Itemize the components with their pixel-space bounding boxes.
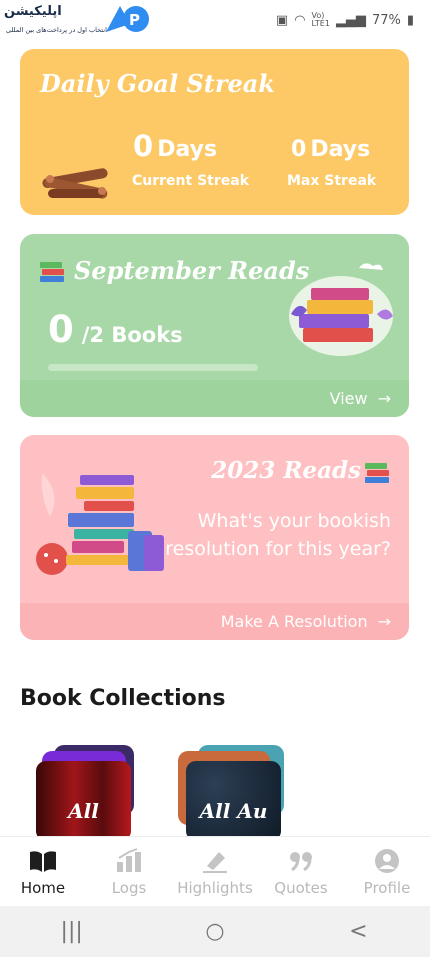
resolution-prompt: What's your bookish resolution for this …	[165, 510, 391, 560]
arrow-right-icon: →	[377, 612, 391, 631]
collection-cover: All Au	[186, 761, 281, 841]
year-title: 2023 Reads	[211, 457, 361, 484]
view-link-label: View	[329, 389, 368, 408]
max-streak-number: 0	[291, 137, 307, 162]
collection-all[interactable]: All	[30, 745, 140, 841]
yearly-reads-card[interactable]: 2023 Reads What's your bookish resolutio…	[20, 435, 409, 640]
book-open-icon	[30, 851, 56, 872]
collection-label: All Au	[199, 799, 268, 823]
svg-text:P: P	[129, 11, 140, 29]
nav-home[interactable]: Home	[0, 837, 86, 907]
highlighter-icon	[203, 852, 227, 873]
current-streak-label: Current Streak	[132, 173, 250, 189]
max-streak-label: Max Streak	[287, 173, 377, 189]
max-streak-unit: Days	[310, 137, 371, 162]
quote-icon	[290, 852, 312, 872]
books-goal: /2 Books	[81, 323, 183, 347]
make-resolution-label: Make A Resolution	[220, 612, 368, 631]
book-pile-illustration	[289, 263, 393, 356]
current-streak-value: 0 Days	[133, 129, 217, 163]
nav-quotes-label: Quotes	[274, 879, 328, 897]
current-streak-unit: Days	[157, 137, 218, 162]
home-button[interactable]: ○	[185, 919, 245, 944]
logo-subtitle: انتخاب اول در پرداخت‌های بین المللی	[6, 26, 107, 34]
nav-logs[interactable]: Logs	[86, 837, 172, 907]
campfire-icon	[42, 168, 108, 199]
arrow-right-icon: →	[377, 389, 391, 408]
month-title-row: September Reads	[38, 256, 309, 285]
nav-highlights[interactable]: Highlights	[172, 837, 258, 907]
user-icon	[375, 849, 399, 873]
status-bar: اپلیکیشن انتخاب اول در پرداخت‌های بین ال…	[0, 0, 430, 40]
status-icons: ▣ ◠ Vo) LTE1 ▂▄▆ 77% ▮	[276, 12, 414, 28]
book-collections-heading: Book Collections	[20, 686, 226, 711]
logo-text: اپلیکیشن	[4, 4, 62, 19]
collection-label: All	[68, 799, 99, 823]
signal-icon: ▂▄▆	[335, 12, 366, 28]
watermark-logo: اپلیکیشن انتخاب اول در پرداخت‌های بین ال…	[4, 2, 154, 38]
make-resolution-link[interactable]: Make A Resolution →	[20, 603, 409, 640]
books-stack-icon	[40, 261, 64, 282]
nav-logs-label: Logs	[111, 879, 147, 897]
nav-quotes[interactable]: Quotes	[258, 837, 344, 907]
nav-profile-label: Profile	[363, 879, 411, 897]
wifi-icon: ◠	[294, 12, 306, 28]
collection-cover: All	[36, 761, 131, 841]
reading-progress-bar	[48, 364, 258, 371]
battery-text: 77%	[371, 12, 401, 28]
recents-button[interactable]: |||	[42, 919, 102, 944]
nav-home-label: Home	[20, 879, 66, 897]
collection-all-authors[interactable]: All Au	[176, 745, 286, 841]
bookshelf-illustration	[36, 473, 164, 575]
back-button[interactable]: <	[328, 919, 388, 944]
bottom-navigation: Home Logs Highlights Quotes Profile	[0, 836, 430, 907]
logo-mark-icon: P	[106, 6, 149, 32]
books-read-value: 0	[48, 308, 74, 351]
month-title: September Reads	[74, 256, 310, 285]
streak-title: Daily Goal Streak	[40, 69, 275, 98]
view-link[interactable]: View →	[20, 380, 409, 417]
system-navigation-bar: ||| ○ <	[0, 906, 430, 957]
network-bottom: LTE1	[311, 19, 330, 28]
nav-highlights-label: Highlights	[177, 879, 253, 897]
notification-icon: ▣	[275, 12, 289, 28]
current-streak-number: 0	[133, 129, 154, 163]
bar-chart-icon	[117, 848, 141, 872]
battery-icon: ▮	[406, 12, 414, 28]
nav-profile[interactable]: Profile	[344, 837, 430, 907]
books-count: 0/2 Books	[48, 308, 183, 351]
daily-goal-streak-card[interactable]: Daily Goal Streak 0 Days Current Streak 0…	[20, 49, 409, 215]
books-stack-icon	[365, 463, 389, 483]
max-streak-value: 0 Days	[287, 137, 370, 162]
monthly-reads-card[interactable]: September Reads 0/2 Books View →	[20, 234, 409, 417]
